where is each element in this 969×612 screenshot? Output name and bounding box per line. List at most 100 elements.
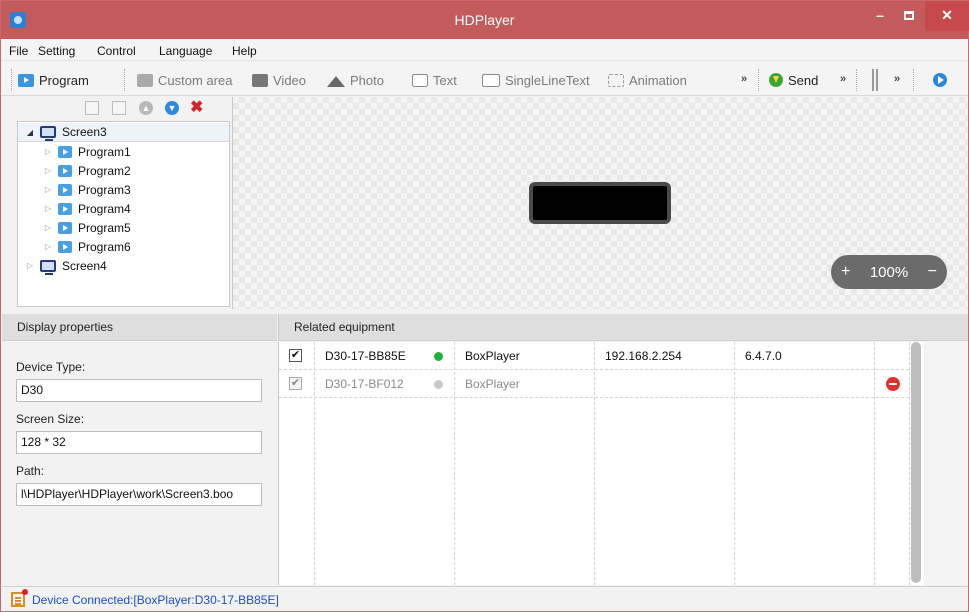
text-icon [412,73,428,87]
tree-program-item[interactable]: ▷ Program6 [18,237,229,256]
device-log-icon[interactable] [11,589,28,607]
vertical-scrollbar[interactable] [911,342,921,583]
program-label: Program2 [78,163,131,178]
path-label: Path: [16,464,45,478]
zoom-in-button[interactable]: + [841,263,850,281]
program-icon [58,145,72,158]
toolbar-overflow-3-icon[interactable]: » [894,73,900,85]
text-button[interactable]: Text [412,70,457,90]
menu-control[interactable]: Control [97,44,136,58]
single-line-text-icon [482,73,500,87]
paste-icon[interactable] [112,101,126,115]
tree-program-item[interactable]: ▷ Program5 [18,218,229,237]
custom-area-button[interactable]: Custom area [137,70,232,90]
row-checkbox[interactable]: ✔ [289,377,302,390]
collapse-arrow-icon[interactable]: ▷ [42,242,54,251]
custom-area-icon [137,73,153,87]
program-icon [58,183,72,196]
led-screen-preview[interactable] [529,182,671,224]
animation-button[interactable]: Animation [608,70,687,90]
video-button[interactable]: Video [252,70,306,90]
column-divider [909,342,910,585]
table-row[interactable]: ✔ D30-17-BB85E BoxPlayer 192.168.2.254 6… [279,342,909,370]
program-icon [58,221,72,234]
online-status-icon [434,352,443,361]
program-icon [58,240,72,253]
collapse-arrow-icon[interactable]: ▷ [42,223,54,232]
toolbar-separator [913,69,914,91]
tree-program-item[interactable]: ▷ Program4 [18,199,229,218]
send-icon [769,73,783,87]
row-checkbox[interactable]: ✔ [289,349,302,362]
single-line-text-button[interactable]: SingleLineText [482,70,590,90]
copy-icon[interactable] [85,101,99,115]
screen-canvas[interactable]: + 100% − [232,97,968,309]
screen-size-field[interactable]: 128 * 32 [16,431,262,454]
maximize-button[interactable] [896,1,922,31]
photo-button[interactable]: Photo [327,70,384,90]
status-bar: Device Connected:[BoxPlayer:D30-17-BB85E… [2,586,968,611]
send-button[interactable]: Send [769,70,818,90]
program-button[interactable]: Program [18,70,89,90]
collapse-arrow-icon[interactable]: ▷ [42,204,54,213]
display-properties-header: Display properties [2,314,277,341]
tree-program-item[interactable]: ▷ Program1 [18,142,229,161]
path-field[interactable]: l\HDPlayer\HDPlayer\work\Screen3.boo [16,483,262,506]
minimize-button[interactable]: – [867,1,893,31]
menu-file[interactable]: File [9,44,28,58]
window-title: HDPlayer [454,12,515,28]
tree-program-item[interactable]: ▷ Program3 [18,180,229,199]
tree-screen-item[interactable]: ◢ Screen3 [18,123,229,142]
play-preview-icon[interactable] [933,73,947,87]
zoom-level: 100% [869,263,909,281]
send-label: Send [788,72,819,88]
program-label: Program4 [78,201,131,216]
maximize-icon [904,11,914,20]
zoom-out-button[interactable]: − [928,263,937,281]
expand-arrow-icon[interactable]: ◢ [24,128,36,137]
app-window: HDPlayer – ✕ File Setting Control Langua… [0,0,969,612]
move-up-icon[interactable]: ▲ [139,101,153,115]
related-equipment-header: Related equipment [278,314,968,341]
text-label: Text [433,72,457,88]
screen-label: Screen4 [62,258,107,273]
animation-label: Animation [629,72,687,88]
device-id-cell: D30-17-BF012 [325,377,404,391]
device-type-field[interactable]: D30 [16,379,262,402]
video-icon [252,73,268,87]
table-row[interactable]: ✔ D30-17-BF012 BoxPlayer [279,370,909,398]
collapse-arrow-icon[interactable]: ▷ [42,166,54,175]
tree-toolbar: ▲ ▼ ✖ [17,97,229,121]
toolbar-overflow-2-icon[interactable]: » [840,73,846,85]
program-icon [18,73,34,87]
video-label: Video [273,72,307,88]
screen-tree: ◢ Screen3 ▷ Program1 ▷ Program2 ▷ Progra… [17,121,230,307]
screen-adjust-icon[interactable] [872,69,878,91]
toolbar-separator [856,69,857,91]
version-cell: 6.4.7.0 [745,349,782,363]
collapse-arrow-icon[interactable]: ▷ [42,185,54,194]
collapse-arrow-icon[interactable]: ▷ [42,147,54,156]
close-button[interactable]: ✕ [925,1,969,31]
menu-language[interactable]: Language [159,44,212,58]
device-type-cell: BoxPlayer [465,349,520,363]
tree-program-item[interactable]: ▷ Program2 [18,161,229,180]
program-label: Program3 [78,182,131,197]
display-properties-panel: Device Type: D30 Screen Size: 128 * 32 P… [2,342,277,585]
program-icon [58,164,72,177]
single-line-text-label: SingleLineText [505,72,590,88]
collapse-arrow-icon[interactable]: ▷ [24,261,36,270]
tree-screen-item[interactable]: ▷ Screen4 [18,256,229,275]
move-down-icon[interactable]: ▼ [165,101,179,115]
program-label: Program1 [78,144,131,159]
menu-setting[interactable]: Setting [38,44,75,58]
program-label: Program6 [78,239,131,254]
screen-icon [40,126,56,141]
delete-icon[interactable]: ✖ [190,100,204,116]
toolbar-grip [11,69,12,91]
remove-device-icon[interactable] [886,377,900,391]
menu-help[interactable]: Help [232,44,257,58]
toolbar-overflow-1-icon[interactable]: » [741,73,747,85]
toolbar-separator [124,69,125,91]
toolbar-separator [758,69,759,91]
